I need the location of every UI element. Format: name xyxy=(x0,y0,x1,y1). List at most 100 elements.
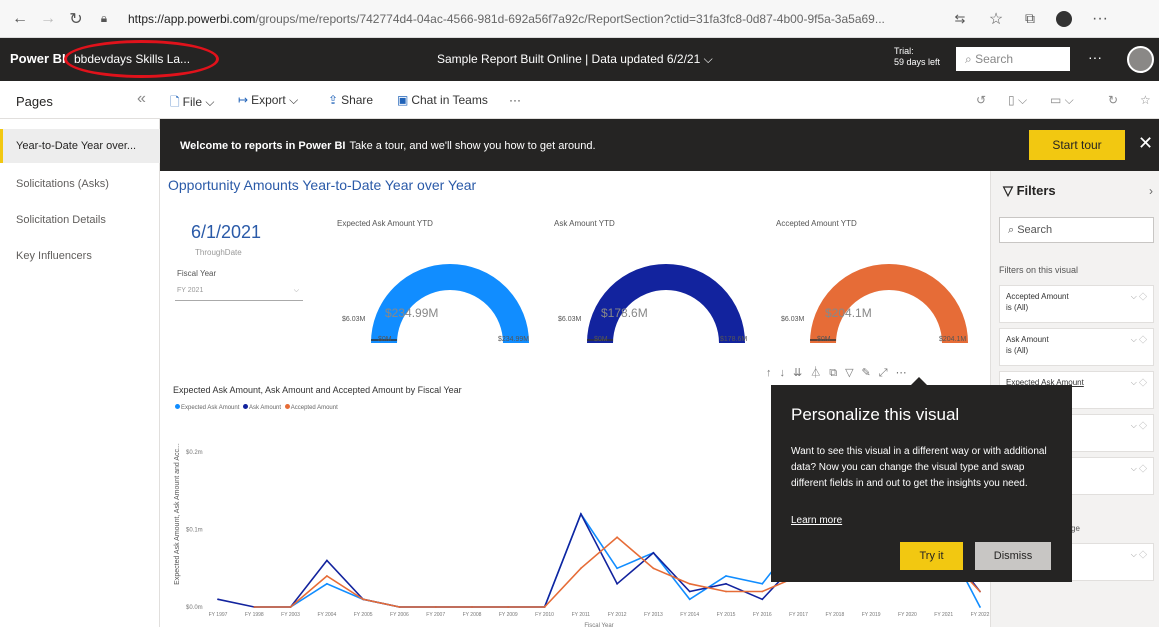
favorite-report-icon[interactable]: ☆ xyxy=(1140,93,1151,107)
data-point[interactable] xyxy=(652,567,655,570)
chevron-down-icon[interactable]: ⌵ ◇ xyxy=(1131,291,1147,302)
export-menu[interactable]: ↦ Export ⌵ xyxy=(238,93,298,108)
avatar[interactable] xyxy=(1127,46,1154,73)
back-icon[interactable]: ← xyxy=(6,5,34,33)
data-point[interactable] xyxy=(761,590,764,593)
filter-icon[interactable]: ▽ xyxy=(845,367,861,379)
data-point[interactable] xyxy=(507,606,510,608)
filter-card[interactable]: Accepted Amount is (All) ⌵ ◇ xyxy=(999,285,1154,323)
collapse-pages-icon[interactable]: « xyxy=(137,90,146,108)
app-logo[interactable]: Power BI xyxy=(10,51,66,66)
data-point[interactable] xyxy=(616,536,618,539)
chevron-down-icon[interactable]: ⌵ ◇ xyxy=(1131,377,1147,388)
data-point[interactable] xyxy=(616,582,618,585)
learn-more-link[interactable]: Learn more xyxy=(791,515,842,526)
copy-icon[interactable]: ⧉ xyxy=(829,367,845,379)
data-point[interactable] xyxy=(761,582,764,585)
data-point[interactable] xyxy=(326,559,328,562)
try-it-button[interactable]: Try it xyxy=(900,542,963,570)
personalize-icon[interactable]: ✎ xyxy=(862,367,879,379)
close-icon[interactable]: ✕ xyxy=(1138,133,1153,154)
data-point[interactable] xyxy=(688,598,691,601)
lock-icon: 🔒︎ xyxy=(100,11,108,25)
chevron-down-icon[interactable]: ⌵ ◇ xyxy=(1131,334,1147,345)
search-placeholder: Search xyxy=(975,52,1014,66)
browser-menu-icon[interactable]: ··· xyxy=(1086,5,1114,33)
data-point[interactable] xyxy=(471,606,473,608)
page-tab-solicitation-details[interactable]: Solicitation Details xyxy=(0,203,160,237)
url-path: /groups/me/reports/742774d4-04ac-4566-98… xyxy=(255,11,885,26)
data-point[interactable] xyxy=(543,606,546,608)
drill-down-icon[interactable]: ↓ xyxy=(780,367,794,379)
data-point[interactable] xyxy=(434,606,437,608)
gauge-target-label: $6.03M xyxy=(558,316,582,323)
url-host: https://app.powerbi.com xyxy=(128,11,256,26)
header-search-input[interactable]: ⌕ Search xyxy=(956,47,1070,71)
chevron-down-icon[interactable]: ⌵ ◇ xyxy=(1131,549,1147,560)
data-point[interactable] xyxy=(725,575,727,577)
data-point[interactable] xyxy=(725,590,727,593)
chat-in-teams-button[interactable]: ▣ Chat in Teams xyxy=(397,93,488,107)
chevron-down-icon[interactable]: ⌵ ◇ xyxy=(1131,420,1147,431)
page-tab-solicitations[interactable]: Solicitations (Asks) xyxy=(0,167,160,201)
start-tour-button[interactable]: Start tour xyxy=(1029,130,1125,160)
page-tab-ytd[interactable]: Year-to-Date Year over... xyxy=(0,129,160,163)
data-point[interactable] xyxy=(362,598,364,601)
expand-all-icon[interactable]: ⏃ xyxy=(810,367,829,379)
x-tick-label: FY 2018 xyxy=(825,612,844,618)
data-point[interactable] xyxy=(326,582,328,585)
page-tab-key-influencers[interactable]: Key Influencers xyxy=(0,239,160,273)
view-icon[interactable]: ▭ ⌵ xyxy=(1050,93,1074,108)
search-icon: ⌕ xyxy=(1008,224,1018,236)
expand-hierarchy-icon[interactable]: ⇊ xyxy=(793,367,810,379)
toolbar-more-icon[interactable]: ··· xyxy=(509,93,521,107)
data-point[interactable] xyxy=(580,513,582,515)
dismiss-button[interactable]: Dismiss xyxy=(975,542,1051,570)
address-bar[interactable]: https://app.powerbi.com/groups/me/report… xyxy=(128,12,928,26)
gauge-value-label: $234.99M xyxy=(385,306,439,320)
gauge-max-label: $178.6M xyxy=(720,336,748,343)
reset-icon[interactable]: ↺ xyxy=(976,93,986,107)
drill-up-icon[interactable]: ↑ xyxy=(766,367,780,379)
data-point[interactable] xyxy=(326,575,328,577)
data-point[interactable] xyxy=(398,606,401,608)
share-button[interactable]: ⇪ Share xyxy=(328,93,373,107)
collections-icon[interactable]: ⧉ xyxy=(1016,5,1044,33)
data-point[interactable] xyxy=(979,606,981,608)
header-more-icon[interactable]: ··· xyxy=(1088,49,1102,65)
reader-icon[interactable]: ⇆ xyxy=(946,5,974,33)
filter-search-input[interactable]: ⌕ Search xyxy=(999,217,1154,243)
export-icon: ↦ xyxy=(238,93,249,107)
focus-mode-icon[interactable]: ⤢ xyxy=(879,367,896,379)
forward-icon[interactable]: → xyxy=(34,5,62,33)
chevron-down-icon[interactable]: ⌵ ◇ xyxy=(1131,463,1147,474)
collapse-filters-icon[interactable]: › xyxy=(1149,184,1153,198)
data-point[interactable] xyxy=(616,567,618,570)
file-menu[interactable]: 🗋︎ File ⌵ xyxy=(170,93,214,114)
gauge-min-label: $0M xyxy=(594,336,608,343)
filter-card[interactable]: Ask Amount is (All) ⌵ ◇ xyxy=(999,328,1154,366)
data-point[interactable] xyxy=(688,590,691,593)
data-point[interactable] xyxy=(217,598,219,601)
filter-section-label: ge xyxy=(1071,524,1080,533)
data-point[interactable] xyxy=(580,567,582,570)
y-tick-label: $0.1m xyxy=(186,528,203,534)
data-point[interactable] xyxy=(725,582,727,585)
refresh-icon[interactable]: ↻ xyxy=(62,5,90,33)
data-point[interactable] xyxy=(652,551,655,554)
profile-icon[interactable] xyxy=(1050,5,1078,33)
trial-status[interactable]: Trial: 59 days left xyxy=(894,46,940,68)
data-point[interactable] xyxy=(761,598,764,601)
data-point[interactable] xyxy=(979,590,981,593)
refresh-visuals-icon[interactable]: ↻ xyxy=(1108,93,1118,107)
bookmark-icon[interactable]: ▯ ⌵ xyxy=(1008,93,1027,108)
data-point[interactable] xyxy=(253,606,256,608)
data-point[interactable] xyxy=(289,606,292,608)
visual-header-icons[interactable]: ↑↓⇊⏃⧉▽✎⤢⋯ xyxy=(766,364,915,380)
x-tick-label: FY 2012 xyxy=(608,612,627,618)
favorite-icon[interactable]: ☆ xyxy=(982,5,1010,33)
data-point[interactable] xyxy=(688,582,691,585)
filters-title[interactable]: ▽ Filters xyxy=(1003,183,1056,199)
report-name-dropdown[interactable]: Sample Report Built Online | Data update… xyxy=(437,52,713,67)
pages-pane-title: Pages xyxy=(16,94,53,109)
